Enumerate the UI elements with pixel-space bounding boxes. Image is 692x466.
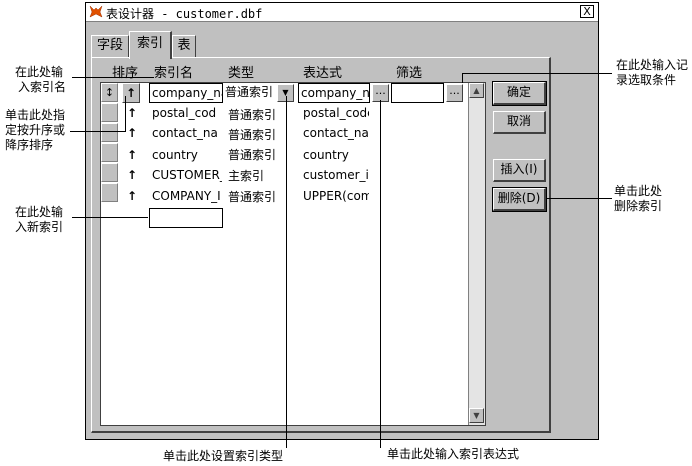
index-expression: postal_code [303, 106, 369, 120]
vertical-scrollbar[interactable]: ▲ ▼ [468, 83, 485, 425]
new-index-input[interactable] [149, 208, 223, 228]
column-header-filter: 筛选 [396, 66, 423, 81]
sort-order-arrow[interactable]: ↑ [127, 189, 137, 203]
index-name: COMPANY_I [152, 189, 221, 203]
index-type: 普通索引 [228, 148, 277, 162]
leader-line [286, 96, 287, 448]
leader-line [546, 198, 612, 199]
leader-line [70, 131, 126, 132]
index-expression-input[interactable]: company_na [298, 83, 370, 103]
column-header-name: 索引名 [154, 66, 194, 81]
callout-text: 单击此处 [614, 184, 663, 198]
tab-table-label: 表 [177, 38, 191, 53]
column-header-expression: 表达式 [303, 66, 343, 81]
callout-new-index: 在此处输 入新索引 [15, 205, 63, 235]
index-expression: customer_ic [303, 168, 369, 182]
tab-table[interactable]: 表 [172, 35, 196, 57]
callout-index-name: 在此处输 入索引名 [15, 65, 66, 95]
column-header-sort: 排序 [112, 66, 139, 81]
callout-expression: 单击此处输入索引表达式 [387, 447, 520, 461]
filter-builder-button[interactable]: ... [446, 84, 463, 102]
cancel-button[interactable]: 取消 [493, 111, 546, 134]
index-name: CUSTOMER_ [152, 168, 222, 182]
callout-text: 降序排序 [5, 138, 54, 152]
table-designer-window: 表设计器 - customer.dbf X 字段 索引 表 排序 索引名 类型 … [85, 2, 599, 440]
sort-order-arrow[interactable]: ↑ [127, 106, 137, 120]
tab-index[interactable]: 索引 [129, 31, 172, 59]
callout-text: 在此处输入记 [616, 58, 689, 72]
row-move-handle[interactable]: ↕ [101, 83, 118, 102]
title-bar: 表设计器 - customer.dbf X [86, 3, 598, 22]
callout-text: 入新索引 [15, 220, 64, 234]
fox-logo-icon [89, 5, 103, 18]
callout-delete: 单击此处 删除索引 [614, 184, 662, 214]
filter-input[interactable] [391, 83, 444, 103]
index-type: 普通索引 [228, 128, 277, 142]
leader-line [72, 77, 154, 78]
index-expression: contact_nan [303, 126, 369, 140]
scroll-up-icon[interactable]: ▲ [469, 83, 484, 98]
close-button[interactable]: X [580, 5, 594, 18]
callout-text: 入索引名 [18, 80, 67, 94]
callout-text: 录选取条件 [616, 73, 677, 87]
index-expression: country [303, 148, 349, 162]
sort-order-arrow[interactable]: ↑ [127, 168, 137, 182]
leader-line [462, 73, 463, 83]
tab-index-label: 索引 [136, 36, 163, 51]
sort-order-arrow[interactable]: ↑ [127, 126, 137, 140]
leader-line [380, 100, 381, 448]
callout-sort-order: 单击此处指 定按升序或 降序排序 [5, 108, 65, 153]
tab-fields-label: 字段 [96, 38, 123, 53]
row-selector[interactable] [101, 143, 118, 162]
callout-text: 单击此处指 [5, 108, 66, 122]
row-selector[interactable] [101, 123, 118, 142]
row-selector[interactable] [101, 163, 118, 182]
index-expression: UPPER(com [303, 189, 369, 203]
index-name: postal_cod [152, 106, 217, 120]
index-name: contact_na [152, 126, 218, 140]
callout-index-type: 单击此处设置索引类型 [163, 449, 284, 463]
scroll-down-icon[interactable]: ▼ [469, 408, 484, 423]
callout-filter: 在此处输入记 录选取条件 [616, 58, 688, 88]
row-selector[interactable] [101, 183, 118, 202]
leader-line [125, 96, 126, 132]
window-title: 表设计器 - customer.dbf [106, 7, 263, 21]
index-name-input[interactable]: company_na [149, 83, 223, 103]
insert-button[interactable]: 插入(I) [493, 159, 546, 182]
leader-line [72, 217, 148, 218]
index-type: 主索引 [228, 169, 265, 183]
delete-button[interactable]: 删除(D) [492, 187, 547, 212]
index-type: 普通索引 [228, 190, 277, 204]
ok-button[interactable]: 确定 [492, 81, 547, 106]
row-selector[interactable] [101, 103, 118, 122]
callout-text: 定按升序或 [5, 123, 66, 137]
index-type: 普通索引 [228, 108, 277, 122]
callout-text: 删除索引 [614, 199, 663, 213]
index-name: country [152, 148, 198, 162]
callout-text: 在此处输 [15, 205, 64, 219]
tab-fields[interactable]: 字段 [91, 35, 129, 57]
callout-text: 在此处输 [15, 65, 64, 79]
leader-line [462, 73, 612, 74]
sort-order-arrow[interactable]: ↑ [127, 148, 137, 162]
column-header-type: 类型 [228, 66, 255, 81]
